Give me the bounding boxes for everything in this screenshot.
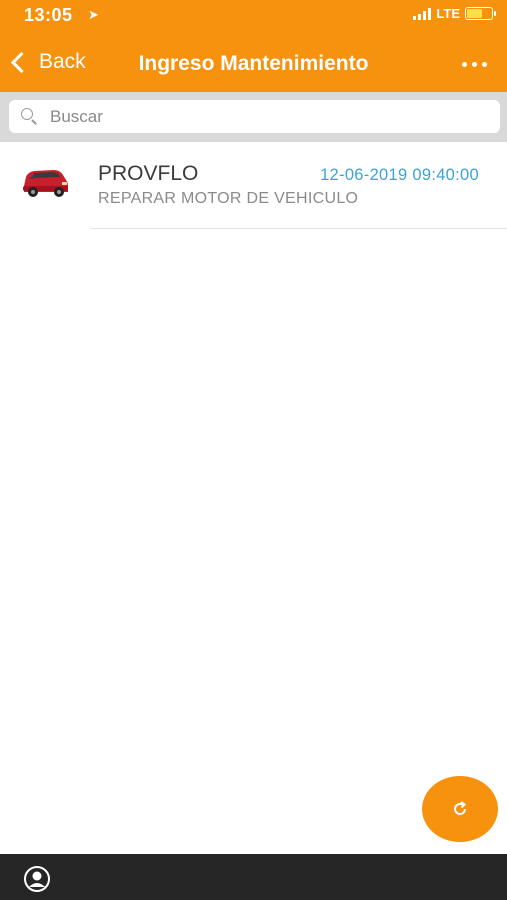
refresh-icon	[454, 801, 467, 815]
list-item[interactable]: PROVFLO 12-06-2019 09:40:00 REPARAR MOTO…	[0, 142, 507, 229]
user-profile-icon[interactable]	[24, 866, 50, 892]
navigation-bar: Back Ingreso Mantenimiento	[0, 40, 507, 88]
app-header: 13:05 ➤ LTE Back Ingreso Mantenimiento	[0, 0, 507, 92]
status-bar: 13:05 ➤ LTE	[0, 0, 507, 30]
item-date: 12-06-2019 09:40:00	[320, 166, 479, 184]
search-input[interactable]	[48, 105, 472, 128]
network-label: LTE	[436, 6, 460, 21]
refresh-button[interactable]	[422, 776, 498, 842]
status-time: 13:05	[24, 5, 73, 25]
red-car-icon	[23, 170, 68, 197]
status-indicators: LTE	[413, 6, 496, 21]
page-title: Ingreso Mantenimiento	[138, 52, 369, 75]
item-subtitle: REPARAR MOTOR DE VEHICULO	[98, 190, 359, 207]
search-box[interactable]	[9, 100, 500, 133]
signal-icon	[413, 7, 432, 20]
more-dots-icon[interactable]	[462, 52, 487, 76]
item-title: PROVFLO	[98, 162, 199, 185]
battery-level	[467, 9, 482, 18]
search-area	[0, 92, 507, 142]
search-icon	[21, 108, 38, 125]
divider	[90, 228, 507, 229]
location-arrow-icon: ➤	[88, 7, 99, 22]
bottom-bar	[0, 854, 507, 900]
battery-icon	[465, 7, 496, 20]
